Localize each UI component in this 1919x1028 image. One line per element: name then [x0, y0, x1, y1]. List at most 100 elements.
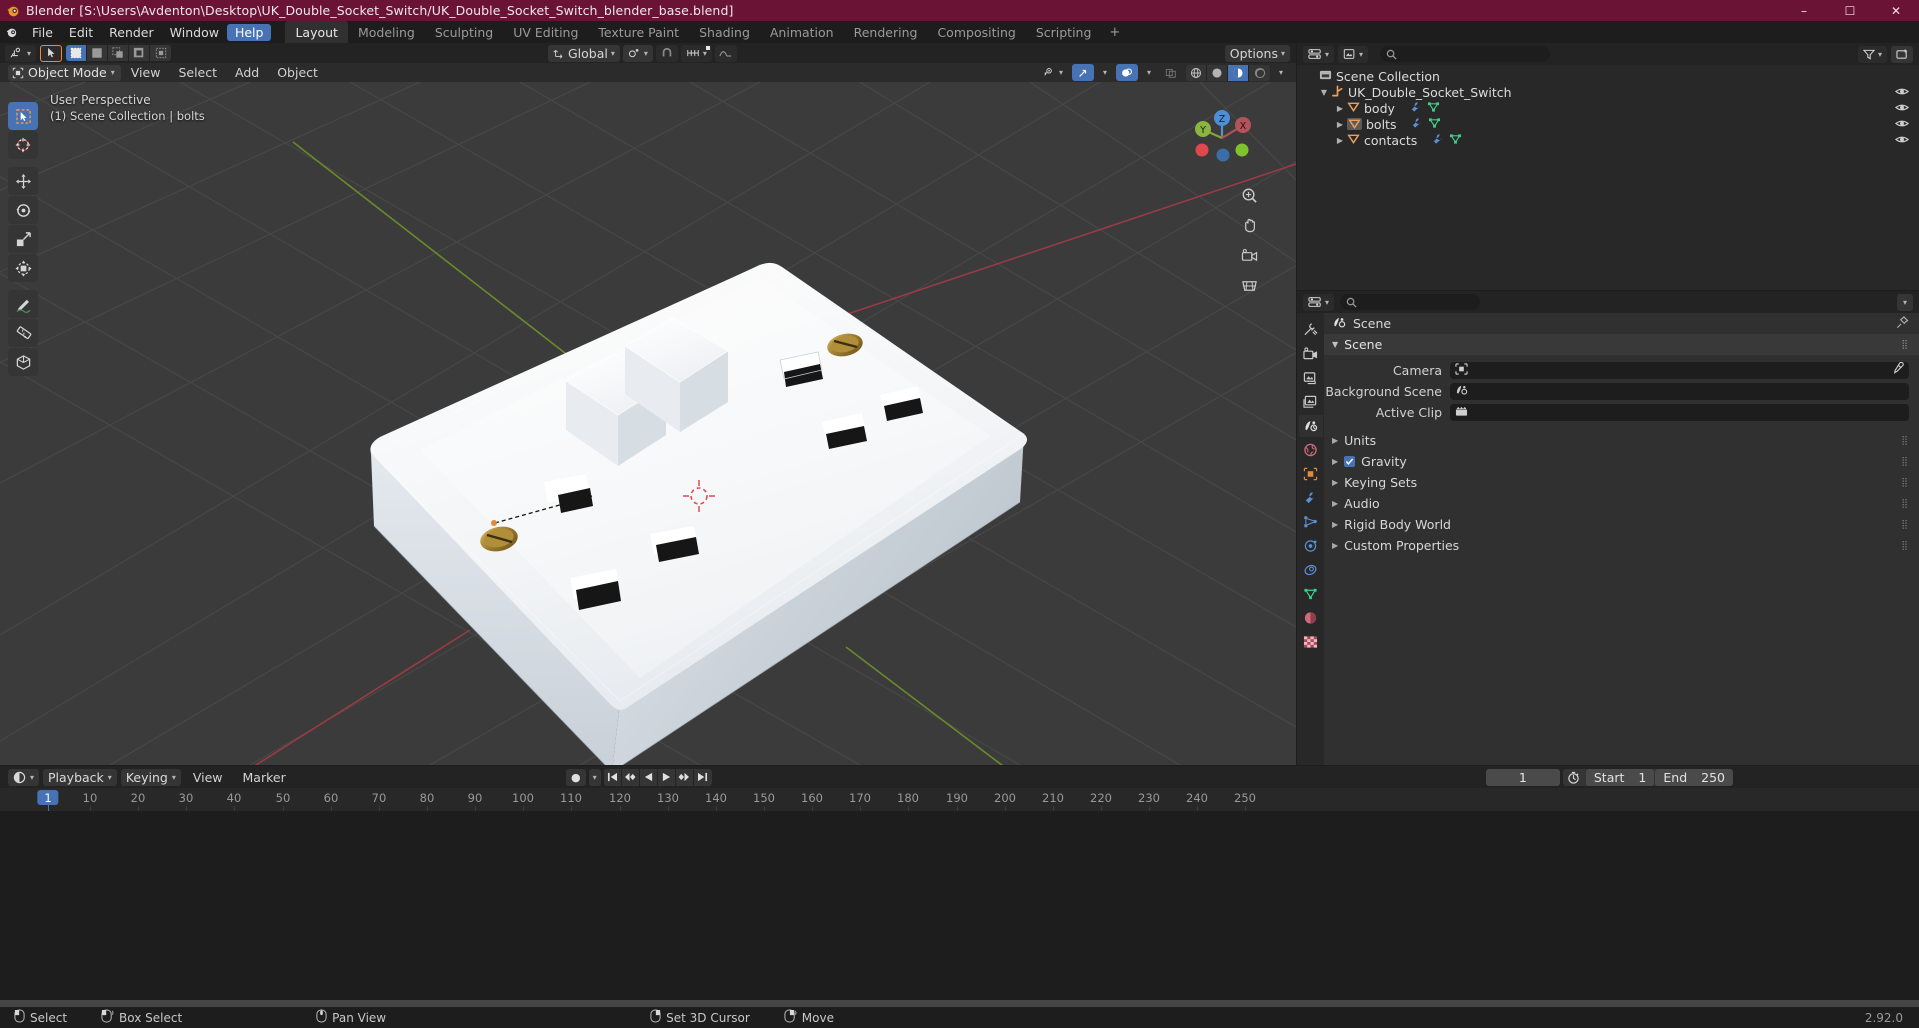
snap-pivot-dropdown[interactable]: ▾ — [622, 44, 653, 62]
disclosure-triangle-collapsed-icon[interactable]: ▶ — [1333, 120, 1347, 129]
timeline-menu-view[interactable]: View — [185, 770, 231, 785]
properties-editor[interactable]: ▾ ▾ Scene ▼ Scene ⣿ Camera Background Sc… — [1297, 291, 1919, 765]
transform-orientation-dropdown[interactable]: Global ▾ — [548, 44, 620, 62]
outliner-display-mode-button[interactable]: ▾ — [1338, 45, 1369, 63]
playback-menu[interactable]: Playback ▾ — [43, 768, 117, 786]
scene-tab[interactable] — [1298, 415, 1323, 437]
menu-file[interactable]: File — [24, 24, 61, 41]
scene-panel-header[interactable]: ▼ Scene ⣿ — [1324, 334, 1919, 355]
disclosure-triangle-collapsed-icon[interactable]: ▶ — [1333, 104, 1347, 113]
add-workspace-button[interactable]: + — [1101, 25, 1128, 40]
rigid-body-world-panel-header[interactable]: ▶ Rigid Body World ⣿ — [1324, 514, 1919, 535]
timeline-menu-marker[interactable]: Marker — [235, 770, 294, 785]
pin-icon[interactable] — [1896, 315, 1909, 332]
start-frame-field[interactable]: Start 1 — [1585, 768, 1655, 786]
panel-drag-dots[interactable]: ⣿ — [1901, 436, 1909, 446]
workspace-tab-layout[interactable]: Layout — [285, 21, 348, 43]
tool-tab[interactable] — [1299, 319, 1323, 341]
snap-magnet-icon[interactable] — [655, 44, 678, 62]
move-tool[interactable] — [8, 167, 38, 195]
workspace-tab-animation[interactable]: Animation — [760, 21, 844, 43]
viewport-options-dropdown[interactable]: Options ▾ — [1224, 44, 1290, 62]
modifier-tab[interactable] — [1299, 487, 1323, 509]
modifier-wrench-icon[interactable] — [1431, 133, 1444, 148]
tweak-cursor-icon[interactable] — [40, 44, 63, 62]
minimize-button[interactable]: – — [1781, 0, 1827, 21]
navigation-gizmo[interactable]: Z Y X — [1184, 100, 1260, 176]
workspace-tab-rendering[interactable]: Rendering — [844, 21, 928, 43]
particles-tab[interactable] — [1299, 511, 1323, 533]
current-frame-field[interactable]: 1 — [1485, 768, 1560, 786]
overlay-options-chevron[interactable]: ▾ — [1142, 64, 1156, 81]
scale-tool[interactable] — [8, 225, 38, 253]
3d-viewport[interactable]: User Perspective (1) Scene Collection | … — [0, 82, 1296, 765]
play-button[interactable] — [657, 768, 676, 786]
pan-hand-icon[interactable] — [1238, 214, 1260, 236]
workspace-tab-uv-editing[interactable]: UV Editing — [503, 21, 588, 43]
maximize-button[interactable]: ☐ — [1827, 0, 1873, 21]
workspace-tab-texture-paint[interactable]: Texture Paint — [588, 21, 689, 43]
panel-drag-dots[interactable]: ⣿ — [1901, 520, 1909, 530]
physics-tab[interactable] — [1299, 535, 1323, 557]
disclosure-triangle-expanded-icon[interactable]: ▼ — [1317, 88, 1331, 97]
visibility-eye-icon[interactable] — [1895, 101, 1909, 116]
annotate-tool[interactable] — [8, 290, 38, 318]
keying-sets-panel-header[interactable]: ▶ Keying Sets ⣿ — [1324, 472, 1919, 493]
menu-window[interactable]: Window — [162, 24, 227, 41]
object-tab[interactable] — [1299, 463, 1323, 485]
gizmo-options-chevron[interactable]: ▾ — [1098, 64, 1112, 81]
custom-properties-panel-header[interactable]: ▶ Custom Properties ⣿ — [1324, 535, 1919, 556]
material-tab[interactable] — [1299, 607, 1323, 629]
workspace-tab-sculpting[interactable]: Sculpting — [425, 21, 503, 43]
visibility-eye-icon[interactable] — [1895, 117, 1909, 132]
show-overlays-icon[interactable] — [1116, 64, 1138, 81]
active-tool-icon-button[interactable]: ▾ — [5, 44, 37, 62]
outliner-row-body[interactable]: ▶ body — [1297, 100, 1919, 116]
viewport-menu-object[interactable]: Object — [269, 64, 326, 81]
menu-edit[interactable]: Edit — [61, 24, 101, 41]
panel-drag-dots[interactable]: ⣿ — [1901, 478, 1909, 488]
timeline-playhead[interactable]: 1 — [37, 790, 59, 805]
wireframe-shading-icon[interactable] — [1186, 64, 1207, 81]
active-clip-field[interactable] — [1450, 403, 1909, 421]
jump-to-end-button[interactable] — [693, 768, 712, 786]
visibility-eye-icon[interactable] — [1895, 85, 1909, 100]
select-intersect-icon[interactable] — [150, 45, 172, 61]
object-mode-dropdown[interactable]: Object Mode ▾ — [8, 64, 121, 81]
show-gizmo-icon[interactable] — [1072, 64, 1094, 81]
auto-keyframe-toggle[interactable]: ● — [566, 768, 586, 786]
constraint-tab[interactable] — [1299, 559, 1323, 581]
cursor-tool[interactable] — [8, 131, 38, 159]
audio-panel-header[interactable]: ▶ Audio ⣿ — [1324, 493, 1919, 514]
disclosure-triangle-collapsed-icon[interactable]: ▶ — [1333, 136, 1347, 145]
panel-drag-dots[interactable]: ⣿ — [1901, 457, 1909, 467]
visibility-dropdown[interactable]: ▾ — [1037, 64, 1068, 81]
jump-to-start-button[interactable] — [603, 768, 622, 786]
menu-help[interactable]: Help — [226, 23, 272, 41]
transform-tool[interactable] — [8, 254, 38, 282]
gravity-panel-header[interactable]: ▶ Gravity ⣿ — [1324, 451, 1919, 472]
background-scene-field[interactable] — [1450, 382, 1909, 400]
select-set-icon[interactable] — [66, 45, 88, 61]
gravity-checkbox[interactable] — [1344, 456, 1356, 467]
select-extend-icon[interactable] — [87, 45, 109, 61]
auto-keyframe-options[interactable]: ▾ — [588, 768, 601, 786]
outliner-row-scene-collection[interactable]: Scene Collection — [1297, 68, 1919, 84]
outliner-editor[interactable]: ▾ ▾ ▾ Scene Collection ▼ UK_Double_Socke… — [1297, 43, 1919, 290]
timeline-editor[interactable]: ▾ Playback ▾ Keying ▾ View Marker ● ▾ 1 … — [0, 766, 1919, 811]
panel-drag-dots[interactable]: ⣿ — [1901, 499, 1909, 509]
mesh-data-icon[interactable] — [1427, 101, 1440, 116]
outliner-editor-type-button[interactable]: ▾ — [1303, 45, 1335, 63]
keying-menu[interactable]: Keying ▾ — [120, 768, 181, 786]
add-cube-tool[interactable] — [8, 348, 38, 376]
workspace-tab-shading[interactable]: Shading — [689, 21, 760, 43]
play-reverse-button[interactable] — [639, 768, 658, 786]
xray-toggle-icon[interactable] — [1160, 64, 1182, 81]
solid-shading-icon[interactable] — [1207, 64, 1228, 81]
workspace-tab-compositing[interactable]: Compositing — [927, 21, 1025, 43]
modifier-wrench-icon[interactable] — [1409, 101, 1422, 116]
zoom-icon[interactable] — [1238, 184, 1260, 206]
eyedropper-icon[interactable] — [1891, 361, 1904, 378]
mesh-data-icon[interactable] — [1449, 133, 1462, 148]
outliner-row-bolts[interactable]: ▶ bolts — [1297, 116, 1919, 132]
